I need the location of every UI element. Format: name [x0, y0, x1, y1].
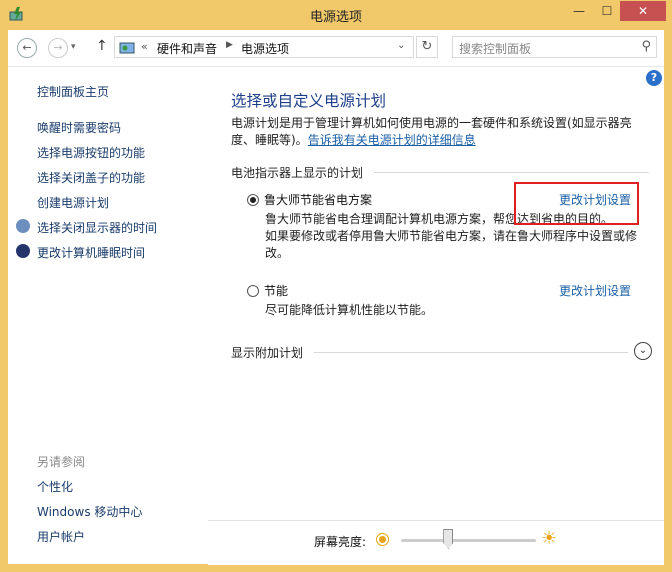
- brightness-label: 屏幕亮度:: [314, 535, 367, 549]
- recent-locations-icon[interactable]: ▾: [71, 42, 76, 52]
- sidebar-item-sleep-time[interactable]: 更改计算机睡眠时间: [37, 244, 145, 261]
- plan-radio-ludashi[interactable]: [247, 194, 259, 206]
- chevron-right-icon[interactable]: ▶: [226, 40, 233, 50]
- minimize-button[interactable]: —: [566, 1, 592, 21]
- title-bar[interactable]: 电源选项 — ☐ ✕: [0, 0, 672, 30]
- highlight-box: [514, 182, 639, 225]
- see-also-user-accounts[interactable]: 用户帐户: [37, 528, 85, 545]
- display-timer-icon: [16, 219, 30, 233]
- sidebar-item-create-plan[interactable]: 创建电源计划: [37, 194, 109, 211]
- back-button[interactable]: ←: [17, 38, 37, 58]
- up-button[interactable]: ↑: [96, 38, 108, 54]
- expand-chevron-down-icon[interactable]: ⌄: [634, 342, 652, 360]
- sidebar-item-home[interactable]: 控制面板主页: [37, 83, 109, 100]
- address-bar[interactable]: « 硬件和声音 ▶ 电源选项 ⌄: [114, 36, 414, 58]
- section-battery-plans: 电池指示器上显示的计划: [231, 166, 364, 180]
- plan-desc-power-saver: 尽可能降低计算机性能以节能。: [265, 303, 434, 317]
- plan-name-ludashi[interactable]: 鲁大师节能省电方案: [264, 191, 372, 208]
- learn-more-link[interactable]: 告诉我有关电源计划的详细信息: [308, 133, 476, 147]
- search-icon[interactable]: ⚲: [641, 39, 651, 54]
- chevron-down-icon[interactable]: ⌄: [397, 40, 405, 51]
- brightness-slider[interactable]: [401, 539, 536, 542]
- change-plan-settings-link-power-saver[interactable]: 更改计划设置: [559, 282, 631, 299]
- close-button[interactable]: ✕: [620, 1, 666, 21]
- see-also-personalization[interactable]: 个性化: [37, 478, 73, 495]
- navigation-bar: ← → ▾ ↑ « 硬件和声音 ▶ 电源选项 ⌄ ↻ 搜索控制面板 ⚲: [8, 30, 664, 67]
- sidebar-item-display-off-time[interactable]: 选择关闭显示器的时间: [37, 219, 157, 236]
- bright-sun-icon: ☀: [541, 528, 558, 549]
- sidebar-item-lid-close[interactable]: 选择关闭盖子的功能: [37, 169, 145, 186]
- refresh-button[interactable]: ↻: [416, 36, 438, 58]
- breadcrumb-power-options[interactable]: 电源选项: [241, 40, 289, 57]
- help-icon[interactable]: ?: [646, 70, 662, 86]
- sidebar-item-wake-password[interactable]: 唤醒时需要密码: [37, 119, 121, 136]
- section-divider: [374, 172, 649, 173]
- dim-sun-icon: [379, 536, 386, 543]
- maximize-button[interactable]: ☐: [594, 1, 620, 21]
- power-options-window: 电源选项 — ☐ ✕ ← → ▾ ↑ « 硬件和声音 ▶ 电源选项 ⌄ ↻ 搜索…: [0, 0, 672, 572]
- page-title: 选择或自定义电源计划: [231, 92, 387, 110]
- plan-name-power-saver[interactable]: 节能: [264, 282, 288, 299]
- section-divider: [314, 352, 628, 353]
- intro-paragraph: 电源计划是用于管理计算机如何使用电源的一套硬件和系统设置(如显示器亮度、睡眠等)…: [231, 115, 651, 149]
- sleep-moon-icon: [16, 244, 30, 258]
- client-area: ← → ▾ ↑ « 硬件和声音 ▶ 电源选项 ⌄ ↻ 搜索控制面板 ⚲ ? 控制…: [8, 30, 664, 565]
- sidebar-item-power-button[interactable]: 选择电源按钮的功能: [37, 144, 145, 161]
- brightness-slider-thumb[interactable]: [443, 529, 454, 549]
- control-panel-icon: [119, 42, 135, 54]
- see-also-mobility-center[interactable]: Windows 移动中心: [37, 503, 142, 520]
- forward-button[interactable]: →: [48, 38, 68, 58]
- breadcrumb-overflow-icon[interactable]: «: [141, 40, 148, 53]
- plan-radio-power-saver[interactable]: [247, 285, 259, 297]
- search-placeholder: 搜索控制面板: [459, 42, 532, 56]
- see-also-heading: 另请参阅: [37, 455, 86, 469]
- brightness-bar: 屏幕亮度: ☀: [208, 520, 664, 565]
- show-additional-plans[interactable]: 显示附加计划: [231, 344, 303, 361]
- breadcrumb-hardware-sound[interactable]: 硬件和声音: [157, 40, 217, 57]
- plan-desc-line2: 如果要修改或者停用鲁大师节能省电方案，请在鲁大师程序中设置或修改。: [265, 229, 638, 260]
- search-input[interactable]: 搜索控制面板 ⚲: [452, 36, 657, 58]
